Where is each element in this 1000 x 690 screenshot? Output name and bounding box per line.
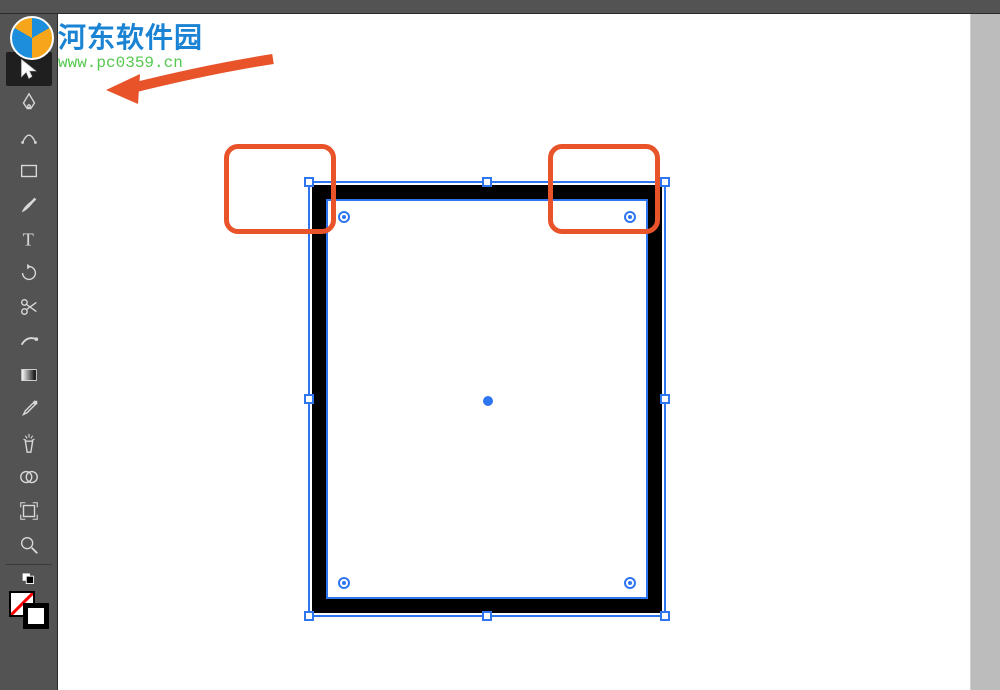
selection-arrow-icon <box>18 24 40 46</box>
selection-handle-w[interactable] <box>304 394 314 404</box>
curvature-tool[interactable] <box>6 120 52 154</box>
scrollbar-thumb[interactable] <box>971 14 1000 690</box>
vertical-scrollbar[interactable] <box>970 14 1000 690</box>
magnifier-icon <box>18 534 40 556</box>
type-tool[interactable]: T <box>6 222 52 256</box>
selection-handle-ne[interactable] <box>660 177 670 187</box>
stroke-swatch[interactable] <box>23 603 49 629</box>
annotation-arrow <box>78 34 308 114</box>
selection-center-point[interactable] <box>483 396 493 406</box>
curvature-pen-icon <box>18 126 40 148</box>
toolbox-panel: T <box>0 14 58 690</box>
rectangle-icon <box>18 160 40 182</box>
artboard-icon <box>18 500 40 522</box>
selection-handle-s[interactable] <box>482 611 492 621</box>
spray-icon <box>18 432 40 454</box>
svg-text:T: T <box>22 229 33 249</box>
type-icon: T <box>18 228 40 250</box>
selection-handle-se[interactable] <box>660 611 670 621</box>
direct-selection-tool[interactable] <box>6 52 52 86</box>
pen-tool[interactable] <box>6 86 52 120</box>
width-icon <box>18 330 40 352</box>
canvas[interactable] <box>58 14 970 690</box>
pen-icon <box>18 92 40 114</box>
selection-handle-e[interactable] <box>660 394 670 404</box>
rotate-tool[interactable] <box>6 256 52 290</box>
edit-toolbar-button[interactable] <box>6 567 52 589</box>
direct-selection-arrow-icon <box>18 58 40 80</box>
rotate-icon <box>18 262 40 284</box>
rectangle-tool[interactable] <box>6 154 52 188</box>
paintbrush-tool[interactable] <box>6 188 52 222</box>
selection-handle-n[interactable] <box>482 177 492 187</box>
fill-stroke-swatches[interactable] <box>7 591 51 631</box>
width-tool[interactable] <box>6 324 52 358</box>
toolbox-separator <box>6 564 52 565</box>
gradient-icon <box>18 364 40 386</box>
eyedropper-icon <box>18 398 40 420</box>
scissors-tool[interactable] <box>6 290 52 324</box>
selection-tool[interactable] <box>6 18 52 52</box>
corner-widget-nw[interactable] <box>338 211 350 223</box>
artboard-tool[interactable] <box>6 494 52 528</box>
zoom-tool[interactable] <box>6 528 52 562</box>
selection-handle-nw[interactable] <box>304 177 314 187</box>
symbol-sprayer-tool[interactable] <box>6 426 52 460</box>
shape-builder-tool[interactable] <box>6 460 52 494</box>
overflow-icon <box>18 567 40 589</box>
selection-handle-sw[interactable] <box>304 611 314 621</box>
app-title-bar <box>0 0 1000 14</box>
eyedropper-tool[interactable] <box>6 392 52 426</box>
corner-widget-ne[interactable] <box>624 211 636 223</box>
gradient-tool[interactable] <box>6 358 52 392</box>
scissors-icon <box>18 296 40 318</box>
corner-widget-sw[interactable] <box>338 577 350 589</box>
brush-icon <box>18 194 40 216</box>
corner-widget-se[interactable] <box>624 577 636 589</box>
shape-builder-icon <box>18 466 40 488</box>
